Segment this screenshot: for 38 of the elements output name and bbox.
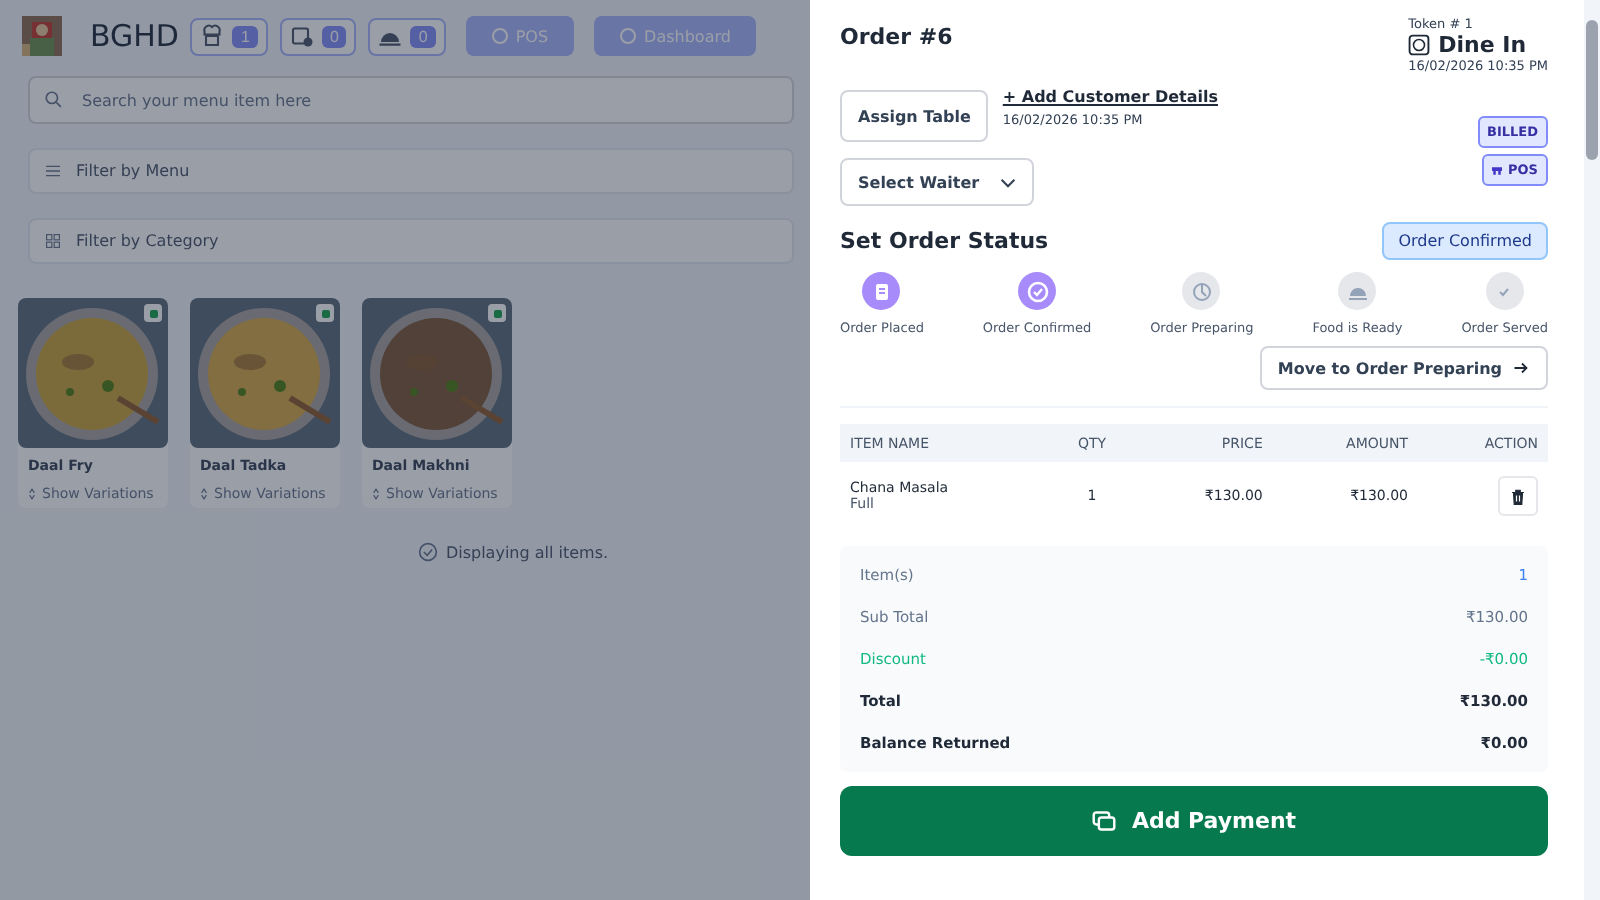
count-badge: 1	[232, 25, 258, 47]
status-step-icon[interactable]	[1485, 272, 1524, 310]
order-title: Order #6	[840, 24, 953, 50]
next-status-button[interactable]: Move to Order Preparing	[1259, 346, 1548, 390]
filter-dropdown[interactable]: Filter by Category	[28, 218, 794, 264]
filter-dropdown[interactable]: Filter by Menu	[28, 148, 794, 194]
status-step-icon[interactable]	[862, 272, 901, 310]
chef-icon	[200, 24, 225, 48]
current-status-badge: Order Confirmed	[1382, 222, 1548, 260]
status-step-icon[interactable]	[1018, 272, 1056, 310]
waiter-dropdown[interactable]: Select Waiter	[840, 158, 1034, 206]
list-icon	[46, 164, 60, 178]
status-step-icon[interactable]	[1338, 272, 1377, 310]
counter-button[interactable]: 0	[368, 17, 446, 55]
sort-icon	[28, 488, 36, 500]
delete-button[interactable]	[1498, 476, 1538, 516]
status-text: Displaying all items.	[445, 543, 609, 561]
arrow-right-icon	[1514, 362, 1530, 374]
sort-icon	[372, 488, 380, 500]
grid-icon	[46, 234, 60, 248]
check-circle-icon	[417, 542, 438, 562]
count-badge: 0	[410, 25, 436, 47]
trash-icon	[1510, 487, 1526, 505]
add-customer-link[interactable]: + Add Customer Details	[1002, 88, 1218, 106]
section-title: Set Order Status	[840, 228, 1049, 254]
chevron-down-icon	[999, 177, 1016, 187]
count-badge: 0	[321, 25, 347, 47]
cards-icon	[1091, 810, 1116, 832]
brand-name: BGHD	[90, 18, 179, 54]
order-type: Dine In	[1438, 32, 1527, 58]
counter-button[interactable]: 0	[279, 17, 357, 55]
sort-icon	[200, 488, 208, 500]
assign-table-button[interactable]: Assign Table	[840, 90, 989, 142]
search-field[interactable]: Search your menu item here	[28, 76, 794, 124]
plate-icon	[1408, 34, 1431, 56]
status-step-icon[interactable]	[1182, 272, 1221, 310]
counter-button[interactable]: 1	[190, 17, 268, 55]
add-payment-button[interactable]: Add Payment	[840, 786, 1548, 856]
